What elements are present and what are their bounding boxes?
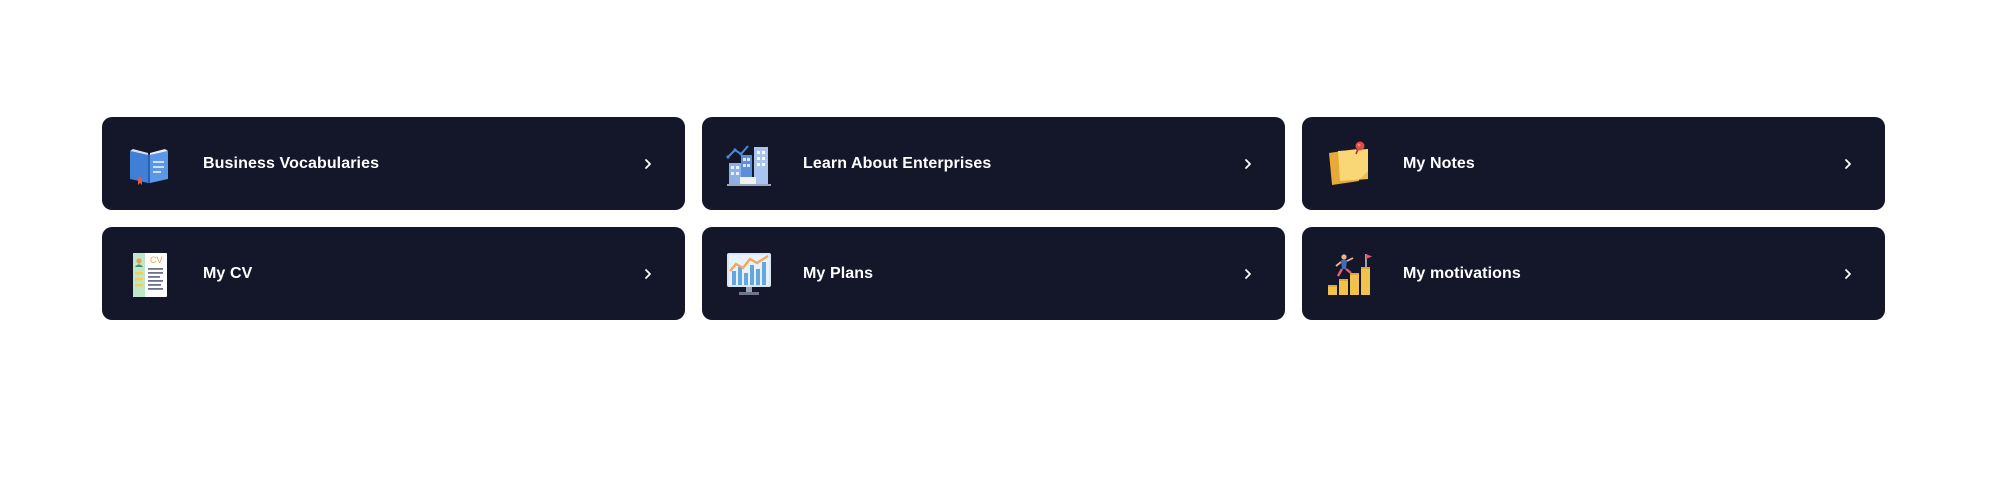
card-label: Business Vocabularies: [203, 154, 380, 172]
svg-text:CV: CV: [150, 255, 163, 265]
chevron-right-icon: [1841, 267, 1855, 281]
card-label: My Notes: [1403, 154, 1475, 172]
chevron-right-icon: [641, 267, 655, 281]
card-my-plans[interactable]: My Plans: [702, 227, 1285, 320]
card-my-notes[interactable]: My Notes: [1302, 117, 1885, 210]
card-my-cv[interactable]: CV My CV: [102, 227, 685, 320]
card-business-vocabularies[interactable]: Business Vocabularies: [102, 117, 685, 210]
cv-document-icon: CV: [126, 251, 172, 297]
card-label: My CV: [203, 264, 253, 282]
chevron-right-icon: [1241, 157, 1255, 171]
card-label: My motivations: [1403, 264, 1521, 282]
card-my-motivations[interactable]: My motivations: [1302, 227, 1885, 320]
sticky-note-icon: [1326, 141, 1372, 187]
climbing-goal-icon: [1326, 251, 1372, 297]
growth-chart-monitor-icon: [726, 251, 772, 297]
chevron-right-icon: [1241, 267, 1255, 281]
chevron-right-icon: [1841, 157, 1855, 171]
card-learn-about-enterprises[interactable]: Learn About Enterprises: [702, 117, 1285, 210]
menu-grid: Business Vocabularies Learn About Enterp…: [102, 117, 1885, 320]
card-label: My Plans: [803, 264, 874, 282]
book-icon: [126, 141, 172, 187]
enterprise-buildings-icon: [726, 141, 772, 187]
card-label: Learn About Enterprises: [803, 154, 992, 172]
chevron-right-icon: [641, 157, 655, 171]
